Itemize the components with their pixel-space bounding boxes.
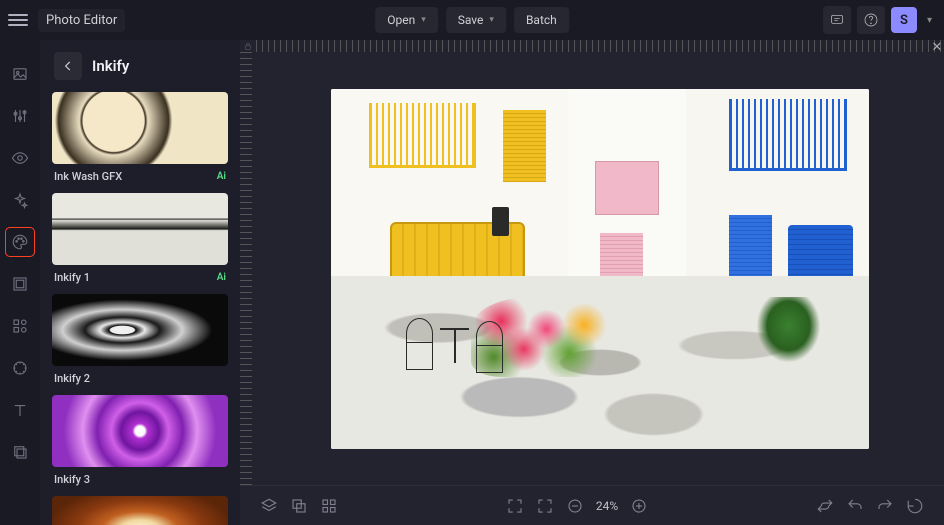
help-icon[interactable] xyxy=(857,6,885,34)
canvas-viewport[interactable] xyxy=(256,52,944,485)
tool-retouch-icon[interactable] xyxy=(6,354,34,382)
effect-card: Inkify 3 xyxy=(52,395,228,492)
panel-title: Inkify xyxy=(92,57,129,75)
save-label: Save xyxy=(458,13,484,27)
effect-card: Ink Wash GFX Ai xyxy=(52,92,228,189)
open-button[interactable]: Open ▾ xyxy=(375,7,438,33)
save-button[interactable]: Save ▾ xyxy=(446,7,506,33)
back-button[interactable] xyxy=(54,52,82,80)
zoom-out-icon[interactable] xyxy=(566,497,584,515)
effect-label: Inkify 3 xyxy=(54,473,90,486)
effect-card: Inkify 1 Ai xyxy=(52,193,228,290)
close-canvas-icon[interactable]: ✕ xyxy=(930,40,944,54)
tool-palette-icon[interactable] xyxy=(6,228,34,256)
effect-thumb-inkify-2[interactable] xyxy=(52,294,228,366)
ai-badge: Ai xyxy=(217,272,226,283)
effects-panel: Inkify Ink Wash GFX Ai Inkify 1 Ai Inkify … xyxy=(40,40,240,525)
comments-icon[interactable] xyxy=(823,6,851,34)
zoom-in-icon[interactable] xyxy=(630,497,648,515)
ai-badge: Ai xyxy=(217,171,226,182)
effect-thumb-ink-wash[interactable] xyxy=(52,92,228,164)
redo-icon[interactable] xyxy=(876,497,894,515)
tool-eye-icon[interactable] xyxy=(6,144,34,172)
grid-icon[interactable] xyxy=(320,497,338,515)
batch-button[interactable]: Batch xyxy=(514,7,569,33)
tool-sparkle-icon[interactable] xyxy=(6,186,34,214)
compare-icon[interactable] xyxy=(816,497,834,515)
ruler-lock-icon[interactable] xyxy=(240,40,256,52)
zoom-level[interactable]: 24% xyxy=(596,499,618,513)
canvas-image[interactable] xyxy=(331,89,869,449)
tool-elements-icon[interactable] xyxy=(6,312,34,340)
effect-thumb-inkify-3[interactable] xyxy=(52,395,228,467)
overlap-icon[interactable] xyxy=(290,497,308,515)
fit-screen-icon[interactable] xyxy=(506,497,524,515)
tool-text-icon[interactable] xyxy=(6,396,34,424)
revert-icon[interactable] xyxy=(906,497,924,515)
effect-thumb-inkify-1[interactable] xyxy=(52,193,228,265)
tool-adjust-icon[interactable] xyxy=(6,102,34,130)
layers-panel-icon[interactable] xyxy=(260,497,278,515)
tool-rail xyxy=(0,40,40,525)
chevron-down-icon: ▾ xyxy=(421,15,426,25)
effect-label: Inkify 1 xyxy=(54,271,90,284)
canvas-area: ✕ xyxy=(240,40,944,525)
effect-card: Inkify 2 xyxy=(52,294,228,391)
undo-icon[interactable] xyxy=(846,497,864,515)
app-title: Photo Editor xyxy=(38,9,125,32)
effect-label: Ink Wash GFX xyxy=(54,170,122,183)
actual-size-icon[interactable] xyxy=(536,497,554,515)
user-menu-chevron-icon[interactable]: ▾ xyxy=(923,15,936,26)
menu-icon[interactable] xyxy=(8,10,28,30)
batch-label: Batch xyxy=(526,13,557,27)
tool-image-icon[interactable] xyxy=(6,60,34,88)
tool-frame-icon[interactable] xyxy=(6,270,34,298)
bottom-toolbar: 24% xyxy=(240,485,944,525)
ruler-horizontal[interactable] xyxy=(256,40,944,52)
effect-card xyxy=(52,496,228,525)
open-label: Open xyxy=(387,13,415,27)
user-avatar[interactable]: S xyxy=(891,7,917,33)
effect-thumb-next[interactable] xyxy=(52,496,228,525)
effect-label: Inkify 2 xyxy=(54,372,90,385)
tool-layers-icon[interactable] xyxy=(6,438,34,466)
top-bar: Photo Editor Open ▾ Save ▾ Batch S ▾ xyxy=(0,0,944,40)
chevron-down-icon: ▾ xyxy=(489,15,494,25)
ruler-vertical[interactable] xyxy=(240,52,252,485)
